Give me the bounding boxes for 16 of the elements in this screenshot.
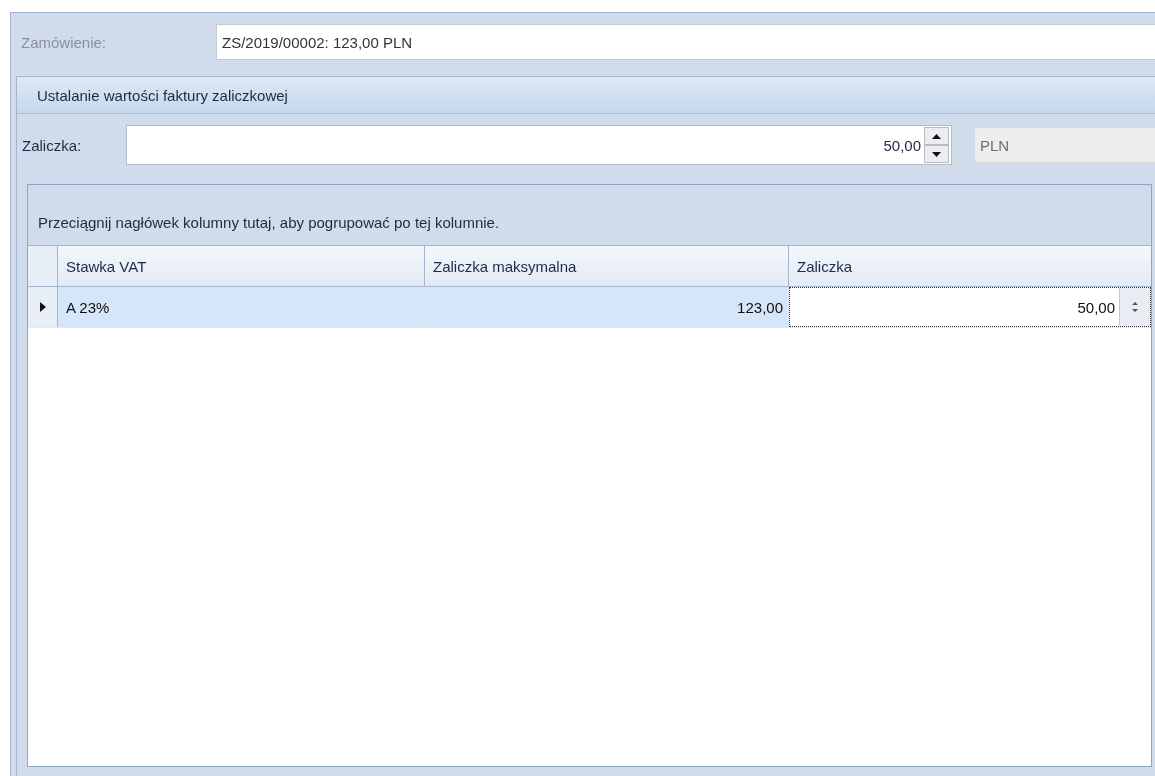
column-header[interactable]: Stawka VAT [58, 246, 425, 286]
spin-down-icon[interactable] [924, 145, 949, 163]
order-label: Zamówienie: [20, 33, 108, 51]
group-header: Ustalanie wartości faktury zaliczkowej [17, 77, 1155, 114]
table-cell: A 23% [58, 287, 425, 327]
column-header[interactable]: Zaliczka maksymalna [425, 246, 789, 286]
cell-editor-field[interactable]: 50,00 [789, 287, 1151, 327]
advance-label: Zaliczka: [21, 136, 83, 154]
table-cell: 123,00 [425, 287, 789, 327]
currency-field: PLN [974, 127, 1155, 163]
group-by-panel: Przeciągnij nagłówek kolumny tutaj, aby pogrupować po tej kolumnie. [28, 185, 1151, 246]
advance-field[interactable]: 50,00 [126, 125, 952, 165]
grid-row[interactable]: A 23% 123,00 50,00 [28, 287, 1151, 328]
spin-up-icon[interactable] [924, 127, 949, 145]
column-header[interactable]: Zaliczka [789, 246, 1151, 286]
row-pointer-icon [39, 302, 46, 312]
